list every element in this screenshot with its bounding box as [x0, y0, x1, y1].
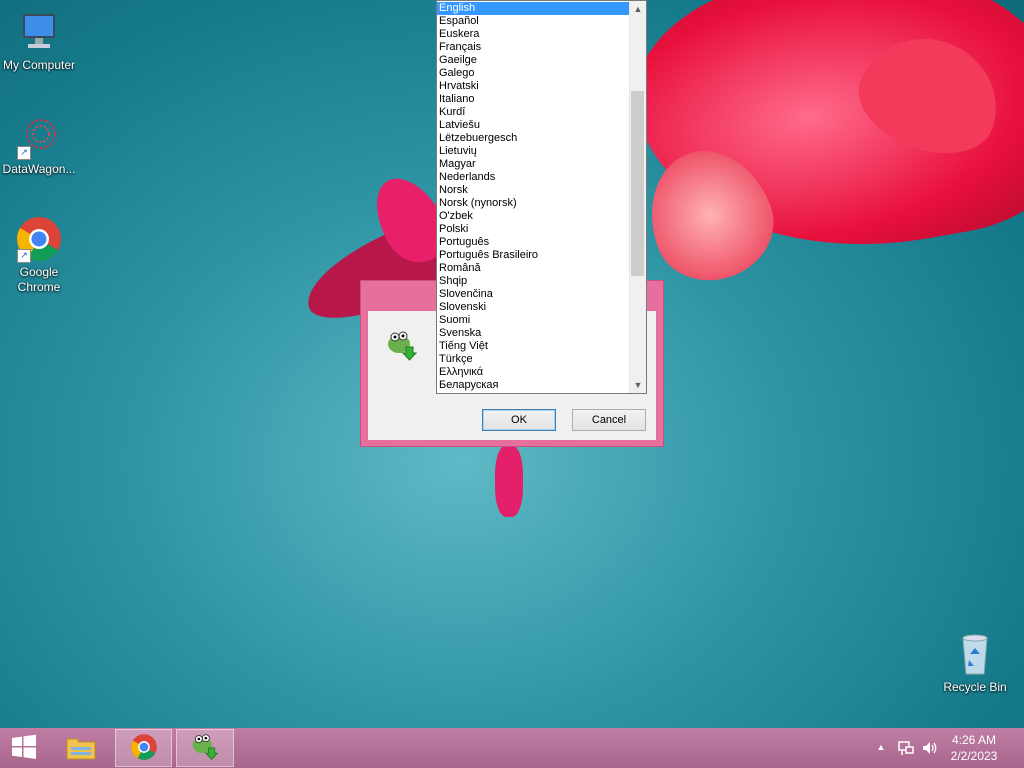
- installer-chameleon-icon: [190, 732, 220, 765]
- language-option[interactable]: Italiano: [437, 93, 629, 106]
- language-option[interactable]: Norsk: [437, 184, 629, 197]
- language-option[interactable]: Slovenski: [437, 301, 629, 314]
- shortcut-arrow-icon: ↗: [17, 249, 31, 263]
- language-options: English Español Euskera Français Gaeilge Gale…: [437, 2, 629, 392]
- clock-date: 2/2/2023: [950, 749, 998, 763]
- language-option[interactable]: Română: [437, 262, 629, 275]
- language-option[interactable]: Latviešu: [437, 119, 629, 132]
- desktop-icon-recycle-bin[interactable]: Recycle Bin: [935, 630, 1015, 695]
- ok-button[interactable]: OK: [482, 409, 556, 431]
- taskbar-installer[interactable]: [176, 729, 234, 767]
- desktop-icon-datawagon[interactable]: ↗ DataWagon...: [0, 112, 79, 177]
- desktop-icon-google-chrome[interactable]: ↗ Google Chrome: [0, 215, 79, 295]
- scroll-up-icon[interactable]: ▲: [630, 1, 646, 17]
- language-option[interactable]: Español: [437, 15, 629, 28]
- volume-icon[interactable]: [921, 739, 939, 757]
- start-button[interactable]: [0, 729, 48, 767]
- language-option[interactable]: Türkçe: [437, 353, 629, 366]
- language-option[interactable]: Norsk (nynorsk): [437, 197, 629, 210]
- desktop-icon-label: Google Chrome: [17, 265, 61, 294]
- language-option[interactable]: Português Brasileiro: [437, 249, 629, 262]
- language-option[interactable]: Polski: [437, 223, 629, 236]
- desktop-icon-label: Recycle Bin: [943, 680, 1007, 694]
- language-option[interactable]: Magyar: [437, 158, 629, 171]
- desktop-icon-label: DataWagon...: [2, 162, 76, 176]
- network-icon[interactable]: [897, 739, 915, 757]
- language-option[interactable]: Français: [437, 41, 629, 54]
- taskbar-file-explorer[interactable]: [58, 729, 104, 767]
- taskbar: ▲ 4:26 AM 2/2/2023: [0, 728, 1024, 768]
- shortcut-arrow-icon: ↗: [17, 146, 31, 160]
- language-option[interactable]: Lëtzebuergesch: [437, 132, 629, 145]
- taskbar-chrome[interactable]: [115, 729, 172, 767]
- language-option[interactable]: O'zbek: [437, 210, 629, 223]
- chrome-icon: ↗: [15, 215, 63, 263]
- language-option[interactable]: Lietuvių: [437, 145, 629, 158]
- language-option[interactable]: Kurdî: [437, 106, 629, 119]
- language-option[interactable]: Ελληνικά: [437, 366, 629, 379]
- language-option[interactable]: Euskera: [437, 28, 629, 41]
- scroll-down-icon[interactable]: ▼: [630, 377, 646, 393]
- computer-icon: [15, 8, 63, 56]
- language-option[interactable]: Беларуская: [437, 379, 629, 392]
- windows-start-icon: [10, 733, 38, 764]
- file-explorer-icon: [65, 733, 97, 764]
- installer-chameleon-icon: [385, 329, 419, 363]
- language-option[interactable]: Galego: [437, 67, 629, 80]
- recycle-bin-icon: [951, 630, 999, 678]
- language-option[interactable]: Tiếng Việt: [437, 340, 629, 353]
- language-option[interactable]: Nederlands: [437, 171, 629, 184]
- taskbar-clock[interactable]: 4:26 AM 2/2/2023: [944, 732, 1004, 764]
- language-option[interactable]: Slovenčina: [437, 288, 629, 301]
- show-hidden-icons-icon[interactable]: ▲: [874, 740, 888, 754]
- language-option[interactable]: English: [437, 2, 629, 15]
- language-option[interactable]: Hrvatski: [437, 80, 629, 93]
- language-option[interactable]: Suomi: [437, 314, 629, 327]
- desktop-icon-label: My Computer: [2, 58, 76, 72]
- language-option[interactable]: Shqip: [437, 275, 629, 288]
- clock-time: 4:26 AM: [951, 733, 997, 747]
- language-dropdown-list[interactable]: English Español Euskera Français Gaeilge Gale…: [436, 0, 647, 394]
- cancel-button[interactable]: Cancel: [572, 409, 646, 431]
- language-option[interactable]: Gaeilge: [437, 54, 629, 67]
- language-option[interactable]: Português: [437, 236, 629, 249]
- datawagon-icon: ↗: [15, 112, 63, 160]
- desktop-icon-my-computer[interactable]: My Computer: [0, 8, 79, 73]
- chrome-icon: [130, 733, 158, 764]
- scrollbar-thumb[interactable]: [631, 91, 644, 276]
- language-list-scrollbar[interactable]: ▲ ▼: [629, 1, 646, 393]
- language-option[interactable]: Svenska: [437, 327, 629, 340]
